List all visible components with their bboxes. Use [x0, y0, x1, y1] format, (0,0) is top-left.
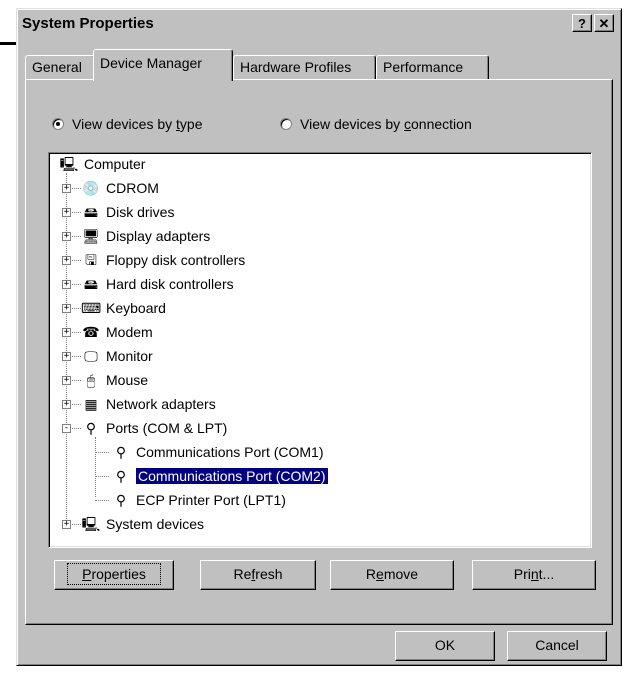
title-bar[interactable]: System Properties ? ✕: [20, 12, 618, 36]
port-item[interactable]: ⚲ Communications Port (COM2): [111, 465, 328, 487]
tree-item[interactable]: 🖴 Hard disk controllers: [81, 273, 234, 295]
tree-item[interactable]: 🖵 Monitor: [81, 345, 153, 367]
cdrom-icon: 💿: [82, 180, 100, 196]
hard-disk-controller-icon: 🖴: [83, 276, 99, 292]
tree-item[interactable]: 🖥 Display adapters: [81, 225, 210, 247]
computer-icon: 🖳: [59, 156, 79, 172]
device-tree[interactable]: 🖳 Computer + 💿 CDROM + 🖴 Disk drives + 🖥 Display…: [48, 152, 592, 548]
collapse-icon[interactable]: -: [62, 424, 71, 433]
device-manager-panel: View devices by type View devices by con…: [25, 79, 613, 625]
window-title: System Properties: [22, 15, 154, 32]
tab-device-manager[interactable]: Device Manager: [93, 49, 233, 81]
view-by-connection-option[interactable]: View devices by connection: [280, 116, 472, 132]
expand-icon[interactable]: +: [62, 328, 71, 337]
system-devices-icon: 🖳: [81, 516, 101, 532]
display-adapter-icon: 🖥: [82, 228, 100, 244]
tree-item-label: Disk drives: [106, 204, 175, 220]
selected-port-label: Communications Port (COM2): [136, 468, 328, 484]
port-icon: ⚲: [115, 492, 127, 508]
expand-icon[interactable]: +: [62, 256, 71, 265]
expand-icon[interactable]: +: [62, 400, 71, 409]
tree-item-label: Floppy disk controllers: [106, 252, 246, 268]
expand-icon[interactable]: +: [62, 280, 71, 289]
tree-item[interactable]: ⚲ Ports (COM & LPT): [81, 417, 228, 439]
system-properties-window: System Properties ? ✕ General Device Man…: [16, 8, 622, 666]
tree-line: [95, 452, 109, 453]
print-button[interactable]: Print...: [472, 560, 596, 590]
tab-general[interactable]: General: [25, 55, 95, 79]
expand-icon[interactable]: +: [62, 208, 71, 217]
properties-button[interactable]: Properties: [54, 560, 174, 590]
view-by-connection-label: View devices by connection: [300, 116, 472, 132]
ok-button[interactable]: OK: [395, 631, 495, 661]
tree-item-label: Display adapters: [106, 228, 211, 244]
floppy-controller-icon: 🖫: [85, 252, 97, 268]
tree-item[interactable]: 💿 CDROM: [81, 177, 159, 199]
help-button[interactable]: ?: [572, 14, 592, 32]
tree-item[interactable]: ⌨ Keyboard: [81, 297, 166, 319]
port-item-label: ECP Printer Port (LPT1): [136, 492, 286, 508]
tree-item-label: Keyboard: [106, 300, 166, 316]
tab-hardware-profiles[interactable]: Hardware Profiles: [233, 55, 376, 79]
monitor-icon: 🖵: [84, 348, 98, 364]
tree-item[interactable]: 🖳 System devices: [81, 513, 204, 535]
remove-button[interactable]: Remove: [330, 560, 454, 590]
port-item-label: Communications Port (COM1): [136, 444, 324, 460]
expand-icon[interactable]: +: [62, 352, 71, 361]
tab-performance[interactable]: Performance: [376, 55, 489, 79]
tree-line: [95, 476, 109, 477]
tree-item-label: Modem: [106, 324, 153, 340]
port-icon: ⚲: [85, 420, 97, 436]
expand-icon[interactable]: +: [62, 184, 71, 193]
cancel-button[interactable]: Cancel: [507, 631, 607, 661]
tree-item[interactable]: 🖫 Floppy disk controllers: [81, 249, 245, 271]
expand-icon[interactable]: +: [62, 520, 71, 529]
tree-line: [95, 500, 109, 501]
expand-icon[interactable]: +: [62, 376, 71, 385]
tree-item-label: Network adapters: [106, 396, 216, 412]
refresh-button[interactable]: Refresh: [200, 560, 316, 590]
tree-item-label: System devices: [106, 516, 205, 532]
tree-root-computer[interactable]: 🖳 Computer: [59, 153, 146, 175]
tree-line: [95, 437, 96, 497]
tree-item-label: CDROM: [106, 180, 159, 196]
tree-item[interactable]: ▦ Network adapters: [81, 393, 216, 415]
background-edge: [0, 0, 16, 44]
port-icon: ⚲: [115, 468, 127, 484]
keyboard-icon: ⌨: [81, 300, 102, 316]
tree-item[interactable]: 🖴 Disk drives: [81, 201, 175, 223]
view-by-type-label: View devices by type: [72, 116, 203, 132]
tree-item-label: Mouse: [106, 372, 149, 388]
radio-by-type[interactable]: [52, 118, 64, 130]
radio-by-connection[interactable]: [280, 118, 292, 130]
tree-root-label: Computer: [84, 156, 146, 172]
network-adapter-icon: ▦: [84, 396, 98, 412]
mouse-icon: 🖱: [86, 372, 96, 388]
port-icon: ⚲: [115, 444, 127, 460]
tree-item[interactable]: ☎ Modem: [81, 321, 153, 343]
port-item[interactable]: ⚲ ECP Printer Port (LPT1): [111, 489, 286, 511]
disk-drive-icon: 🖴: [83, 204, 99, 220]
tree-item-label: Ports (COM & LPT): [106, 420, 228, 436]
port-item[interactable]: ⚲ Communications Port (COM1): [111, 441, 324, 463]
tree-line: [66, 173, 67, 519]
close-button[interactable]: ✕: [594, 14, 614, 32]
view-by-type-option[interactable]: View devices by type: [52, 116, 202, 132]
tree-item[interactable]: 🖱 Mouse: [81, 369, 148, 391]
tree-item-label: Hard disk controllers: [106, 276, 234, 292]
tree-item-label: Monitor: [106, 348, 153, 364]
modem-icon: ☎: [82, 324, 100, 340]
expand-icon[interactable]: +: [62, 232, 71, 241]
expand-icon[interactable]: +: [62, 304, 71, 313]
